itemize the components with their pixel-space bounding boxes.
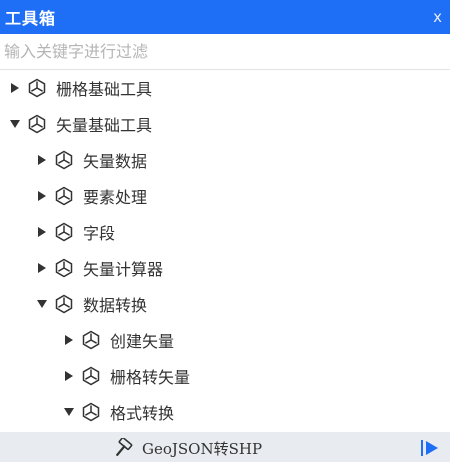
tree-item-label: 矢量数据 xyxy=(83,152,148,171)
tree-item-raster-to-vector[interactable]: 栅格转矢量 xyxy=(0,358,450,394)
cube-icon xyxy=(26,77,48,99)
search-bar xyxy=(0,34,450,70)
tree-item-vector-calculator[interactable]: 矢量计算器 xyxy=(0,250,450,286)
cube-icon xyxy=(80,401,102,423)
toolbox-panel: 工具箱 x 栅格基础工具 矢量基础工具 xyxy=(0,0,450,462)
hammer-icon xyxy=(112,437,134,459)
caret-down-icon[interactable] xyxy=(35,297,49,311)
tool-item-geojson-to-shp[interactable]: GeoJSON转SHP xyxy=(0,432,450,462)
caret-down-icon[interactable] xyxy=(62,405,76,419)
tree-item-label: 格式转换 xyxy=(110,404,175,423)
cube-icon xyxy=(53,185,75,207)
tree-item-label: 字段 xyxy=(83,224,116,243)
tree-item-label: 创建矢量 xyxy=(110,332,175,351)
caret-right-icon[interactable] xyxy=(35,261,49,275)
tree-item-create-vector[interactable]: 创建矢量 xyxy=(0,322,450,358)
panel-title: 工具箱 xyxy=(5,9,57,28)
tree-item-label: 数据转换 xyxy=(83,296,148,315)
cube-icon xyxy=(53,293,75,315)
tree-item-label: 矢量基础工具 xyxy=(56,116,153,135)
caret-right-icon[interactable] xyxy=(35,153,49,167)
tool-item-label: GeoJSON转SHP xyxy=(142,439,263,458)
caret-right-icon[interactable] xyxy=(62,333,76,347)
tool-tree: 栅格基础工具 矢量基础工具 矢量数据 要素处理 字段 矢量计算器 数据转换 创建… xyxy=(0,70,450,462)
tree-item-format-conversion[interactable]: 格式转换 xyxy=(0,394,450,430)
caret-down-icon[interactable] xyxy=(8,117,22,131)
play-icon xyxy=(421,440,438,456)
caret-right-icon[interactable] xyxy=(35,225,49,239)
cube-icon xyxy=(80,329,102,351)
tree-item-label: 矢量计算器 xyxy=(83,260,164,279)
cube-icon xyxy=(26,113,48,135)
title-bar: 工具箱 x xyxy=(0,0,450,34)
caret-right-icon[interactable] xyxy=(62,369,76,383)
tree-item-data-conversion[interactable]: 数据转换 xyxy=(0,286,450,322)
caret-right-icon[interactable] xyxy=(35,189,49,203)
tree-item-vector-basic-tools[interactable]: 矢量基础工具 xyxy=(0,106,450,142)
tree-item-raster-basic-tools[interactable]: 栅格基础工具 xyxy=(0,70,450,106)
tree-item-label: 栅格转矢量 xyxy=(110,368,191,387)
caret-right-icon[interactable] xyxy=(8,81,22,95)
close-button[interactable]: x xyxy=(431,8,444,26)
run-tool-button[interactable] xyxy=(420,439,440,457)
tree-item-field[interactable]: 字段 xyxy=(0,214,450,250)
tree-item-feature-processing[interactable]: 要素处理 xyxy=(0,178,450,214)
tree-item-vector-data[interactable]: 矢量数据 xyxy=(0,142,450,178)
cube-icon xyxy=(53,257,75,279)
cube-icon xyxy=(53,149,75,171)
tree-item-label: 要素处理 xyxy=(83,188,148,207)
cube-icon xyxy=(53,221,75,243)
cube-icon xyxy=(80,365,102,387)
filter-input[interactable] xyxy=(4,42,446,61)
tree-item-label: 栅格基础工具 xyxy=(56,80,153,99)
